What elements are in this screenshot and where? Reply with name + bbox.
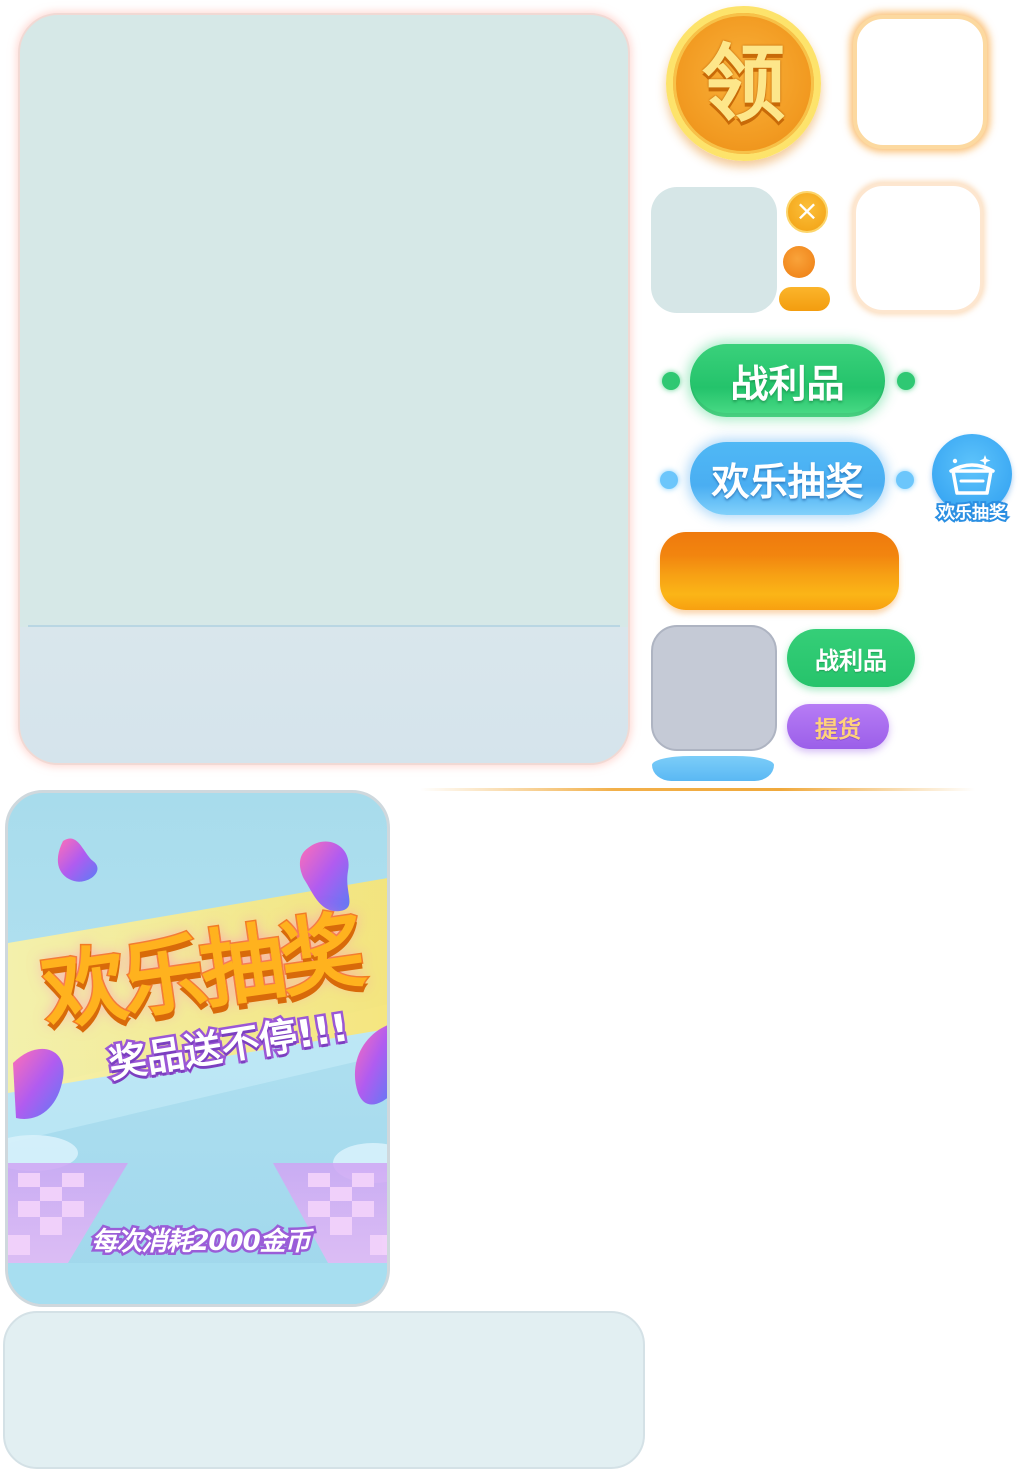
orange-pill-badge xyxy=(779,287,830,311)
large-panel xyxy=(18,13,630,765)
loot-banner-dot-right xyxy=(897,372,915,390)
close-icon[interactable]: × xyxy=(786,191,828,233)
item-frame-glow-orange xyxy=(853,15,987,149)
item-frame-glow-peach xyxy=(853,183,983,313)
large-panel-footer-zone xyxy=(20,627,628,763)
lottery-banner-dot-left xyxy=(660,471,678,489)
claim-coin-button[interactable]: 领 xyxy=(666,6,821,161)
bottom-panel xyxy=(3,1311,645,1469)
lottery-entry-label: 欢乐抽奖 xyxy=(936,501,1008,525)
lottery-title-banner[interactable]: 欢乐抽奖 xyxy=(690,442,885,515)
claim-coin-label: 领 xyxy=(701,34,786,133)
poster-cost-text: 每次消耗2000金币 xyxy=(89,1225,313,1260)
basket-icon xyxy=(949,455,995,495)
item-tile-small xyxy=(651,187,777,313)
loot-title-banner[interactable]: 战利品 xyxy=(690,344,885,417)
lottery-banner-dot-right xyxy=(896,471,914,489)
loot-button[interactable]: 战利品 xyxy=(787,629,915,687)
pickup-button[interactable]: 提货 xyxy=(787,704,889,749)
item-tile-slate xyxy=(651,625,777,751)
gold-divider-line xyxy=(420,788,975,791)
blue-tab-base xyxy=(652,756,774,781)
orange-action-bar[interactable] xyxy=(660,532,899,610)
loot-banner-dot-left xyxy=(662,372,680,390)
orange-dot-indicator xyxy=(783,246,815,278)
large-panel-divider xyxy=(28,625,620,627)
lottery-poster-card[interactable]: 欢乐抽奖 奖品送不停!!! 每次消耗2000金币 xyxy=(5,790,390,1307)
